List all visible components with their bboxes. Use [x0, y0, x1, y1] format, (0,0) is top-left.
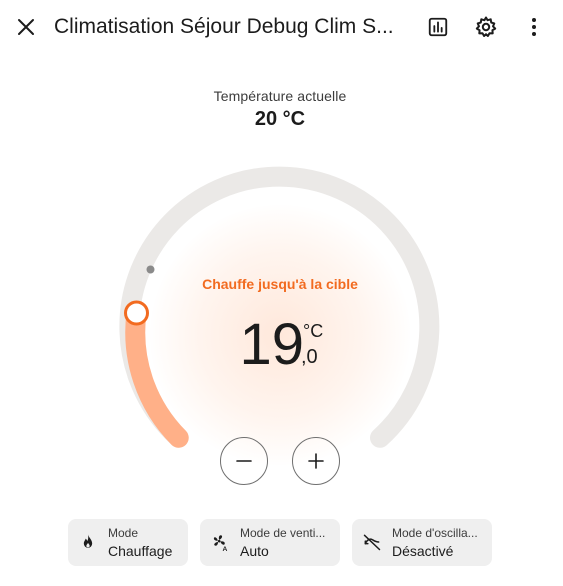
fire-icon	[83, 534, 93, 548]
fan-mode-value: Auto	[240, 543, 269, 559]
hvac-mode-label: Mode	[108, 526, 139, 540]
fan-mode-chip[interactable]: A Mode de venti... Auto	[200, 519, 340, 566]
svg-text:A: A	[223, 546, 228, 552]
swing-mode-value: Désactivé	[392, 543, 454, 559]
target-handle	[124, 300, 149, 326]
target-temperature-integer: 19	[239, 312, 304, 377]
fan-mode-label: Mode de venti...	[240, 526, 326, 540]
fan-auto-icon: A	[213, 535, 228, 552]
plus-icon	[308, 453, 324, 469]
thermostat-dial[interactable]	[0, 0, 563, 586]
decrease-temperature-button[interactable]	[220, 437, 268, 485]
dial-fill	[125, 303, 189, 448]
minus-icon	[236, 460, 252, 462]
hvac-action-label: Chauffe jusqu'à la cible	[202, 276, 358, 292]
swing-mode-label: Mode d'oscilla...	[392, 526, 478, 540]
increase-temperature-button[interactable]	[292, 437, 340, 485]
dial-track	[119, 166, 440, 448]
swing-off-icon	[363, 534, 381, 551]
target-temperature-decimal: ,0	[301, 346, 318, 368]
hvac-mode-chip[interactable]: Mode Chauffage	[68, 519, 188, 566]
current-temperature-marker	[146, 265, 155, 274]
target-temperature-unit: °C	[303, 321, 324, 341]
swing-mode-chip[interactable]: Mode d'oscilla... Désactivé	[352, 519, 492, 566]
hvac-mode-value: Chauffage	[108, 543, 173, 559]
